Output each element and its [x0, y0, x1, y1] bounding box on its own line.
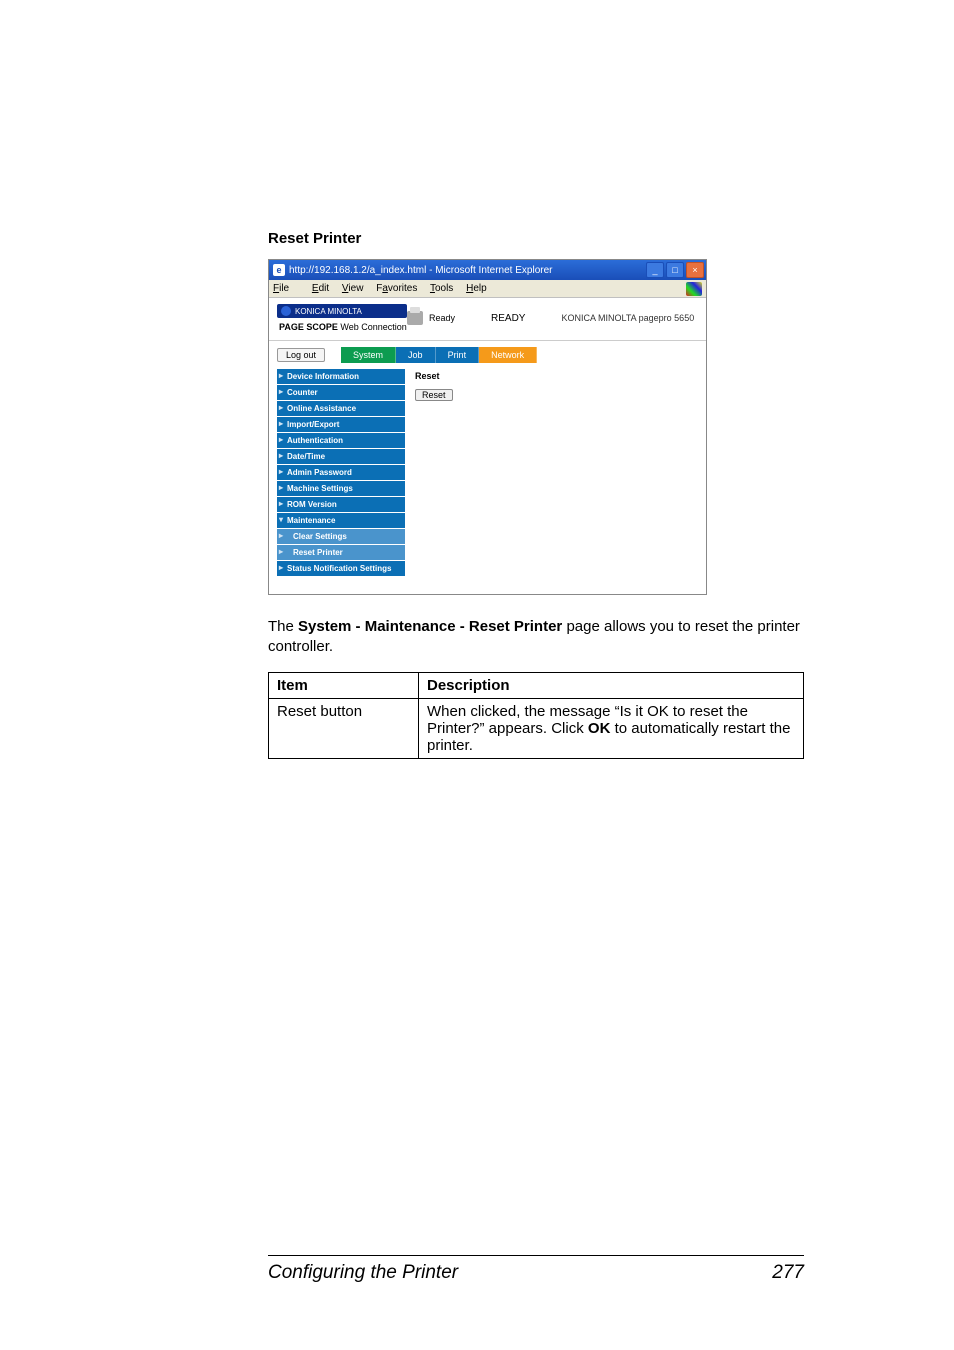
- sidebar-item-import-export[interactable]: Import/Export: [277, 417, 405, 432]
- menu-help[interactable]: Help: [466, 283, 487, 294]
- page-footer: Configuring the Printer 277: [268, 1255, 804, 1284]
- window-titlebar: e http://192.168.1.2/a_index.html - Micr…: [269, 260, 706, 280]
- printer-icon: [407, 311, 423, 325]
- window-close-button[interactable]: ×: [686, 262, 704, 278]
- brand-text: KONICA MINOLTA: [295, 307, 362, 316]
- ie-icon: e: [273, 264, 285, 276]
- description-table: Item Description Reset button When click…: [268, 672, 804, 759]
- menu-edit[interactable]: Edit: [312, 283, 329, 294]
- table-row: Reset button When clicked, the message “…: [269, 698, 804, 758]
- menu-view[interactable]: View: [342, 283, 364, 294]
- tab-system[interactable]: System: [341, 347, 396, 363]
- brand-badge: KONICA MINOLTA: [277, 304, 407, 318]
- tab-network[interactable]: Network: [479, 347, 537, 363]
- ready-status-small: Ready: [429, 313, 455, 323]
- ie-throbber-icon: [686, 282, 702, 296]
- sidebar-item-authentication[interactable]: Authentication: [277, 433, 405, 448]
- window-minimize-button[interactable]: _: [646, 262, 664, 278]
- ready-status-large: READY: [491, 313, 525, 324]
- tab-print[interactable]: Print: [436, 347, 480, 363]
- table-header-item: Item: [269, 672, 419, 698]
- footer-page-number: 277: [772, 1262, 804, 1284]
- embedded-screenshot: e http://192.168.1.2/a_index.html - Micr…: [268, 259, 707, 595]
- table-cell-item: Reset button: [269, 698, 419, 758]
- menu-file[interactable]: File: [273, 283, 299, 294]
- tab-job[interactable]: Job: [396, 347, 436, 363]
- brand-globe-icon: [281, 306, 291, 316]
- footer-section-title: Configuring the Printer: [268, 1262, 458, 1284]
- logout-button[interactable]: Log out: [277, 348, 325, 362]
- menu-bar: File Edit View Favorites Tools Help: [269, 280, 706, 298]
- sidebar-item-maintenance[interactable]: Maintenance: [277, 513, 405, 528]
- sidebar-item-status-notification[interactable]: Status Notification Settings: [277, 561, 405, 576]
- tab-strip: System Job Print Network: [341, 347, 537, 363]
- reset-button[interactable]: Reset: [415, 389, 453, 401]
- sidebar: Device Information Counter Online Assist…: [277, 369, 405, 586]
- sidebar-item-counter[interactable]: Counter: [277, 385, 405, 400]
- main-pane: Reset Reset: [411, 369, 698, 586]
- window-title: http://192.168.1.2/a_index.html - Micros…: [289, 265, 552, 276]
- section-heading: Reset Printer: [268, 230, 804, 247]
- table-cell-description: When clicked, the message “Is it OK to r…: [419, 698, 804, 758]
- reset-heading: Reset: [415, 371, 694, 381]
- page-header: KONICA MINOLTA PAGE SCOPE Web Connection…: [269, 298, 706, 341]
- sidebar-item-clear-settings[interactable]: Clear Settings: [277, 529, 405, 544]
- device-name: KONICA MINOLTA pagepro 5650: [561, 313, 694, 323]
- web-connection-label: PAGE SCOPE Web Connection: [279, 322, 407, 332]
- sidebar-item-admin-password[interactable]: Admin Password: [277, 465, 405, 480]
- sidebar-item-machine-settings[interactable]: Machine Settings: [277, 481, 405, 496]
- sidebar-item-reset-printer[interactable]: Reset Printer: [277, 545, 405, 560]
- sidebar-item-rom-version[interactable]: ROM Version: [277, 497, 405, 512]
- sidebar-item-online-assistance[interactable]: Online Assistance: [277, 401, 405, 416]
- menu-favorites[interactable]: Favorites: [376, 283, 417, 294]
- sidebar-item-date-time[interactable]: Date/Time: [277, 449, 405, 464]
- sidebar-item-device-information[interactable]: Device Information: [277, 369, 405, 384]
- menu-tools[interactable]: Tools: [430, 283, 453, 294]
- window-maximize-button[interactable]: □: [666, 262, 684, 278]
- description-paragraph: The System - Maintenance - Reset Printer…: [268, 617, 804, 658]
- table-header-description: Description: [419, 672, 804, 698]
